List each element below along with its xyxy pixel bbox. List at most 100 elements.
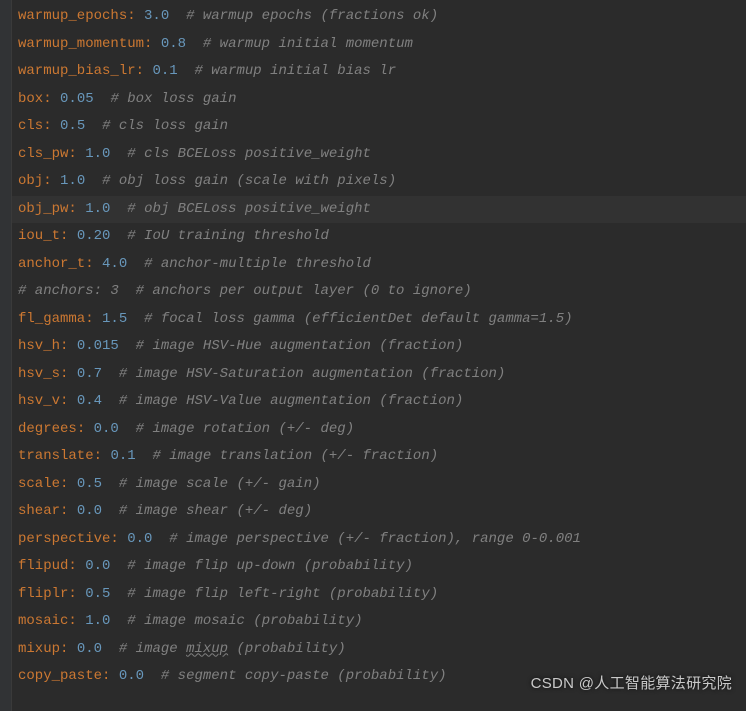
yaml-key: copy_paste xyxy=(18,668,102,684)
code-content: warmup_epochs: 3.0 # warmup epochs (frac… xyxy=(0,0,746,691)
yaml-key: warmup_momentum xyxy=(18,36,144,52)
yaml-value: 1.5 xyxy=(102,311,127,327)
yaml-colon: : xyxy=(60,641,77,657)
yaml-comment: # image flip left-right (probability) xyxy=(127,586,438,602)
code-line: fl_gamma: 1.5 # focal loss gamma (effici… xyxy=(18,306,746,334)
yaml-key: mixup xyxy=(18,641,60,657)
yaml-key: translate xyxy=(18,448,94,464)
yaml-colon: : xyxy=(43,91,60,107)
yaml-key: hsv_h xyxy=(18,338,60,354)
yaml-comment: # image scale (+/- gain) xyxy=(119,476,321,492)
code-line: perspective: 0.0 # image perspective (+/… xyxy=(18,526,746,554)
yaml-value: 0.1 xyxy=(152,63,177,79)
yaml-comment: # warmup epochs (fractions ok) xyxy=(186,8,438,24)
yaml-comment: # image perspective (+/- fraction), rang… xyxy=(169,531,581,547)
yaml-comment: # anchors: 3 # anchors per output layer … xyxy=(18,283,472,299)
code-line: warmup_momentum: 0.8 # warmup initial mo… xyxy=(18,31,746,59)
yaml-comment: # warmup initial momentum xyxy=(203,36,413,52)
yaml-key: box xyxy=(18,91,43,107)
code-line: box: 0.05 # box loss gain xyxy=(18,86,746,114)
code-line: obj: 1.0 # obj loss gain (scale with pix… xyxy=(18,168,746,196)
yaml-colon: : xyxy=(60,338,77,354)
yaml-key: hsv_v xyxy=(18,393,60,409)
yaml-value: 0.5 xyxy=(60,118,85,134)
yaml-value: 1.0 xyxy=(60,173,85,189)
spellcheck-underline: mixup xyxy=(186,641,228,657)
yaml-colon: : xyxy=(68,613,85,629)
yaml-colon: : xyxy=(43,173,60,189)
code-line: mosaic: 1.0 # image mosaic (probability) xyxy=(18,608,746,636)
yaml-comment: # image HSV-Saturation augmentation (fra… xyxy=(119,366,505,382)
yaml-colon: : xyxy=(68,201,85,217)
code-line: hsv_v: 0.4 # image HSV-Value augmentatio… xyxy=(18,388,746,416)
yaml-value: 0.0 xyxy=(77,503,102,519)
yaml-colon: : xyxy=(68,586,85,602)
code-line: fliplr: 0.5 # image flip left-right (pro… xyxy=(18,581,746,609)
code-line: warmup_bias_lr: 0.1 # warmup initial bia… xyxy=(18,58,746,86)
yaml-key: obj_pw xyxy=(18,201,68,217)
yaml-colon: : xyxy=(60,476,77,492)
yaml-comment: # image flip up-down (probability) xyxy=(127,558,413,574)
code-line: iou_t: 0.20 # IoU training threshold xyxy=(18,223,746,251)
yaml-value: 0.20 xyxy=(77,228,111,244)
yaml-colon: : xyxy=(136,63,153,79)
code-line: flipud: 0.0 # image flip up-down (probab… xyxy=(18,553,746,581)
code-line: anchor_t: 4.0 # anchor-multiple threshol… xyxy=(18,251,746,279)
code-line: hsv_h: 0.015 # image HSV-Hue augmentatio… xyxy=(18,333,746,361)
yaml-value: 3.0 xyxy=(144,8,169,24)
yaml-colon: : xyxy=(60,503,77,519)
yaml-colon: : xyxy=(68,146,85,162)
code-line: # anchors: 3 # anchors per output layer … xyxy=(18,278,746,306)
yaml-colon: : xyxy=(68,558,85,574)
yaml-colon: : xyxy=(60,393,77,409)
yaml-key: shear xyxy=(18,503,60,519)
yaml-colon: : xyxy=(144,36,161,52)
code-line: cls_pw: 1.0 # cls BCELoss positive_weigh… xyxy=(18,141,746,169)
yaml-comment: # image shear (+/- deg) xyxy=(119,503,312,519)
code-line: mixup: 0.0 # image mixup (probability) xyxy=(18,636,746,664)
yaml-key: warmup_epochs xyxy=(18,8,127,24)
yaml-comment: # image mixup (probability) xyxy=(119,641,346,657)
code-line: obj_pw: 1.0 # obj BCELoss positive_weigh… xyxy=(12,196,746,224)
yaml-value: 0.5 xyxy=(77,476,102,492)
yaml-colon: : xyxy=(85,311,102,327)
yaml-comment: # image translation (+/- fraction) xyxy=(152,448,438,464)
yaml-comment: # IoU training threshold xyxy=(127,228,329,244)
yaml-colon: : xyxy=(43,118,60,134)
editor-gutter xyxy=(0,0,12,711)
yaml-value: 0.4 xyxy=(77,393,102,409)
yaml-colon: : xyxy=(110,531,127,547)
yaml-key: anchor_t xyxy=(18,256,85,272)
code-line: shear: 0.0 # image shear (+/- deg) xyxy=(18,498,746,526)
yaml-value: 4.0 xyxy=(102,256,127,272)
yaml-key: obj xyxy=(18,173,43,189)
yaml-comment: # segment copy-paste (probability) xyxy=(161,668,447,684)
yaml-value: 1.0 xyxy=(85,201,110,217)
yaml-colon: : xyxy=(60,366,77,382)
yaml-comment: # warmup initial bias lr xyxy=(194,63,396,79)
yaml-value: 0.0 xyxy=(85,558,110,574)
yaml-value: 0.7 xyxy=(77,366,102,382)
yaml-comment: # obj loss gain (scale with pixels) xyxy=(102,173,396,189)
yaml-colon: : xyxy=(60,228,77,244)
code-line: warmup_epochs: 3.0 # warmup epochs (frac… xyxy=(18,3,746,31)
code-line: cls: 0.5 # cls loss gain xyxy=(18,113,746,141)
yaml-comment: # image HSV-Value augmentation (fraction… xyxy=(119,393,463,409)
yaml-comment: # image mosaic (probability) xyxy=(127,613,362,629)
yaml-key: fliplr xyxy=(18,586,68,602)
code-line: scale: 0.5 # image scale (+/- gain) xyxy=(18,471,746,499)
yaml-value: 1.0 xyxy=(85,146,110,162)
yaml-comment: # image rotation (+/- deg) xyxy=(136,421,354,437)
yaml-value: 0.05 xyxy=(60,91,94,107)
yaml-comment: # box loss gain xyxy=(110,91,236,107)
yaml-comment: # cls BCELoss positive_weight xyxy=(127,146,371,162)
yaml-value: 0.0 xyxy=(127,531,152,547)
yaml-value: 0.0 xyxy=(119,668,144,684)
yaml-value: 0.015 xyxy=(77,338,119,354)
yaml-comment: # anchor-multiple threshold xyxy=(144,256,371,272)
yaml-key: degrees xyxy=(18,421,77,437)
yaml-colon: : xyxy=(127,8,144,24)
yaml-comment: # obj BCELoss positive_weight xyxy=(127,201,371,217)
yaml-key: warmup_bias_lr xyxy=(18,63,136,79)
yaml-value: 0.1 xyxy=(110,448,135,464)
